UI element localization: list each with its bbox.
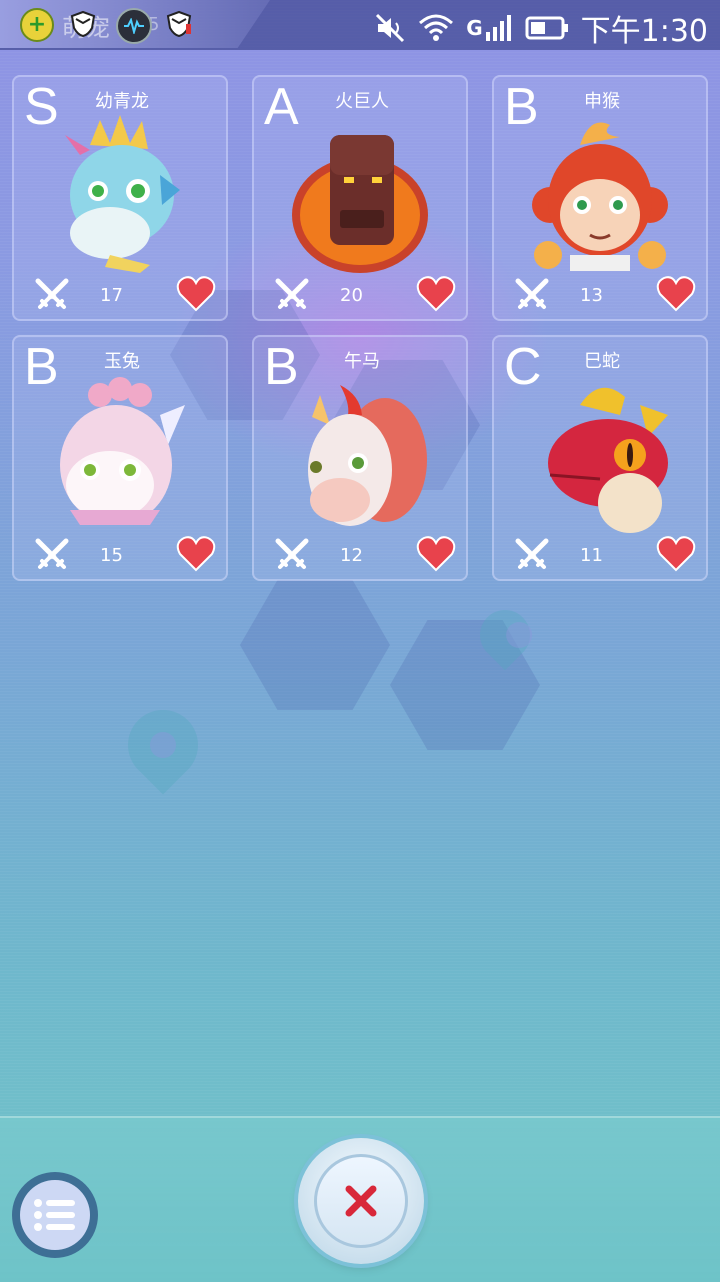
network-type-label: G bbox=[466, 16, 483, 40]
pet-fight-count: 12 bbox=[340, 545, 363, 566]
pet-name: 午马 bbox=[344, 351, 380, 372]
status-time: 下午1:30 bbox=[580, 14, 708, 49]
pet-name: 玉兔 bbox=[104, 351, 140, 372]
crossed-swords-icon bbox=[275, 278, 309, 309]
wifi-icon bbox=[419, 14, 454, 41]
pet-fight-count: 15 bbox=[100, 545, 123, 566]
heart-icon[interactable] bbox=[416, 275, 456, 313]
status-bar: + 萌宠 5 G bbox=[0, 0, 720, 50]
pet-card[interactable]: A 火巨人 20 bbox=[252, 75, 468, 321]
pet-card[interactable]: B 午马 12 bbox=[252, 335, 468, 581]
close-button-face bbox=[314, 1154, 408, 1248]
battery-icon bbox=[525, 16, 568, 40]
horse-portrait-icon bbox=[308, 385, 427, 526]
crossed-swords-icon bbox=[35, 538, 69, 569]
pet-card[interactable]: C 巳蛇 11 bbox=[492, 335, 708, 581]
dragon-portrait-icon bbox=[65, 115, 180, 273]
pet-name: 火巨人 bbox=[335, 91, 389, 112]
status-bar-left: + bbox=[20, 8, 54, 42]
heart-icon[interactable] bbox=[656, 535, 696, 573]
list-icon bbox=[34, 1199, 75, 1231]
close-button[interactable] bbox=[298, 1138, 424, 1264]
heart-icon[interactable] bbox=[176, 535, 216, 573]
heart-icon[interactable] bbox=[176, 275, 216, 313]
pet-fight-count: 13 bbox=[580, 285, 603, 306]
shield-icon bbox=[70, 10, 96, 38]
pet-fight-count: 17 bbox=[100, 285, 123, 306]
pet-card[interactable]: B 申猴 13 bbox=[492, 75, 708, 321]
plus-app-icon: + bbox=[20, 8, 54, 42]
mute-icon bbox=[376, 13, 405, 43]
pet-name: 巳蛇 bbox=[584, 351, 620, 372]
shield-icon bbox=[166, 10, 192, 38]
crossed-swords-icon bbox=[35, 278, 69, 309]
monkey-portrait-icon bbox=[532, 122, 668, 271]
pet-card[interactable]: B 玉兔 15 bbox=[12, 335, 228, 581]
crossed-swords-icon bbox=[515, 278, 549, 309]
pet-name: 幼青龙 bbox=[95, 91, 149, 112]
pet-fight-count: 20 bbox=[340, 285, 363, 306]
close-icon bbox=[345, 1185, 377, 1217]
menu-button[interactable] bbox=[12, 1172, 98, 1258]
rabbit-portrait-icon bbox=[60, 377, 185, 525]
heart-icon[interactable] bbox=[416, 535, 456, 573]
menu-button-face bbox=[20, 1180, 90, 1250]
status-bar-right: G 下午1:30 bbox=[374, 6, 708, 50]
heart-icon[interactable] bbox=[656, 275, 696, 313]
pet-card[interactable]: S 幼青龙 17 bbox=[12, 75, 228, 321]
map-pin-icon bbox=[113, 695, 213, 795]
signal-icon bbox=[485, 15, 511, 41]
crossed-swords-icon bbox=[515, 538, 549, 569]
crossed-swords-icon bbox=[275, 538, 309, 569]
pet-name: 申猴 bbox=[584, 91, 620, 112]
background-hex bbox=[240, 580, 390, 710]
snake-portrait-icon bbox=[548, 387, 668, 533]
pet-fight-count: 11 bbox=[580, 545, 603, 566]
golem-portrait-icon bbox=[292, 135, 428, 273]
wave-icon bbox=[116, 8, 152, 44]
